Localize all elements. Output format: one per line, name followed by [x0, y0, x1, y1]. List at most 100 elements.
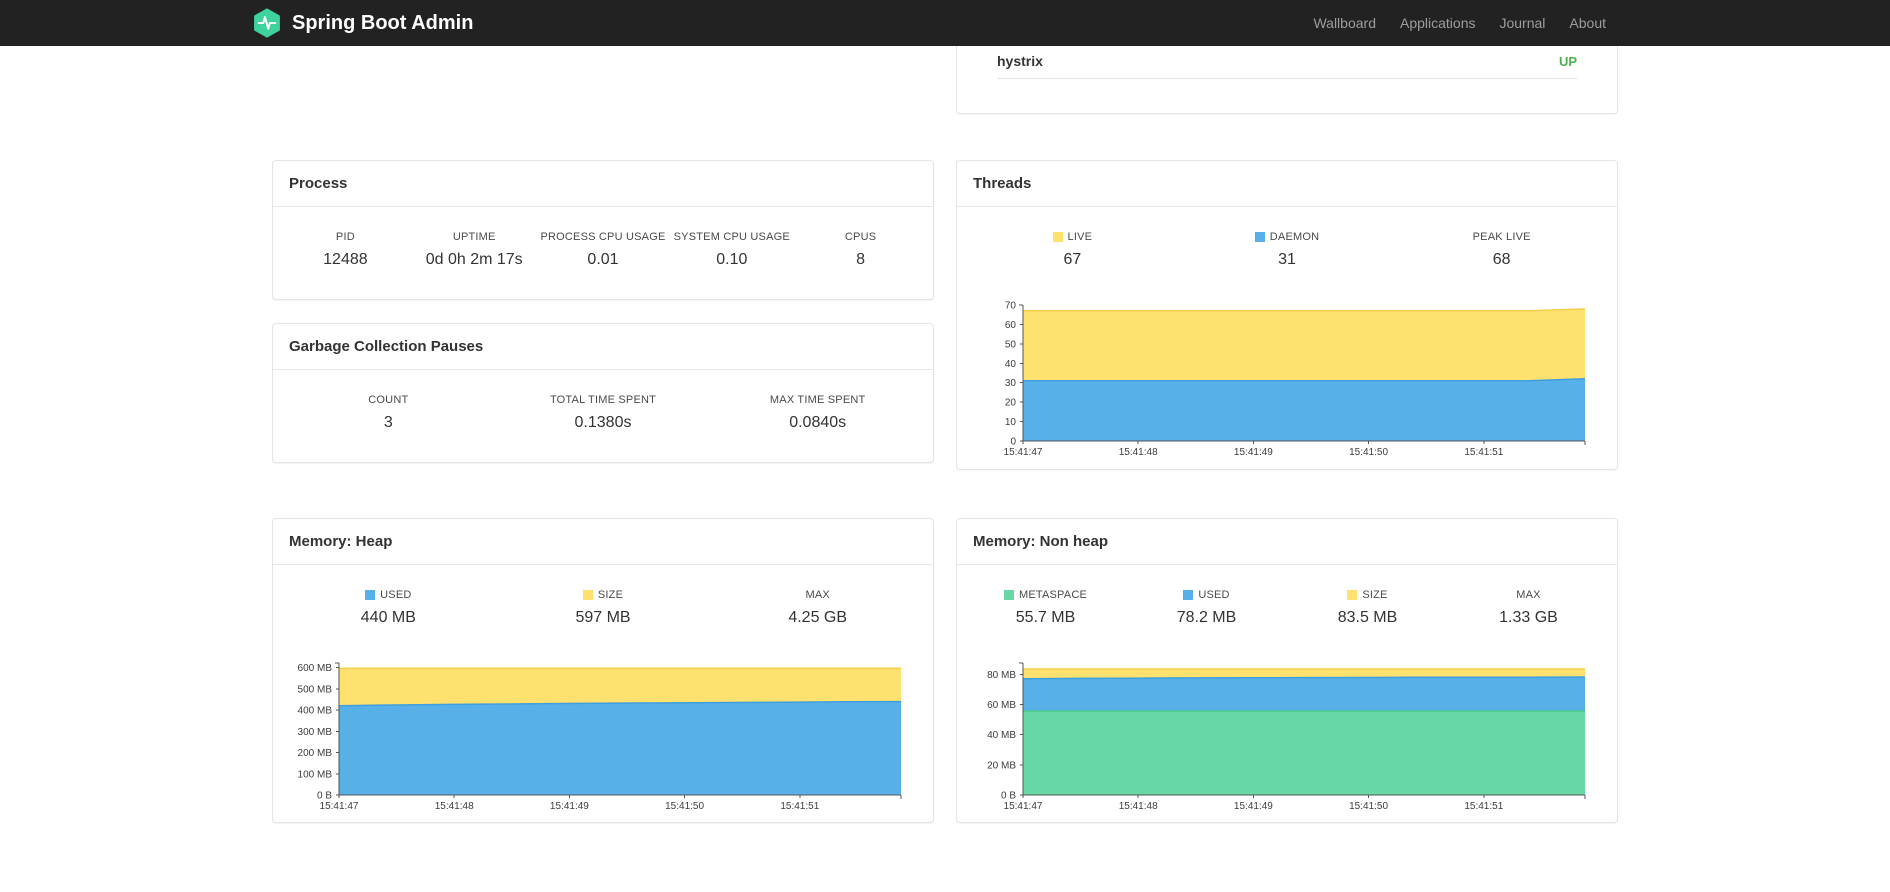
metric-value: 8 — [856, 251, 866, 268]
svg-text:15:41:48: 15:41:48 — [1119, 801, 1158, 812]
metric-label: SYSTEM CPU USAGE — [673, 231, 790, 243]
top-left-spacer — [272, 46, 934, 114]
brand[interactable]: Spring Boot Admin — [252, 8, 473, 38]
metric-max: MAX 1.33 GB — [1448, 589, 1609, 627]
memory-nonheap-legend: METASPACE 55.7 MB USED 78.2 MB SIZE 83.5… — [957, 565, 1617, 657]
row-bottom: Memory: Heap USED 440 MB SIZE 597 MB MAX… — [272, 518, 1618, 823]
legend-metaspace: METASPACE 55.7 MB — [965, 589, 1126, 627]
metric-value: 0.0840s — [789, 414, 847, 431]
nav-item-journal[interactable]: Journal — [1487, 15, 1557, 31]
metric-label-text: DAEMON — [1269, 231, 1320, 243]
metric-system-cpu-usage: SYSTEM CPU USAGE 0.10 — [667, 231, 796, 269]
row-top: hystrix UP — [272, 46, 1618, 114]
metric-value: 0d 0h 2m 17s — [425, 251, 523, 268]
metric-peak-live: PEAK LIVE 68 — [1394, 231, 1609, 269]
nav-item-applications[interactable]: Applications — [1388, 15, 1488, 31]
legend-live: LIVE 67 — [965, 231, 1180, 269]
nav-item-about[interactable]: About — [1557, 15, 1618, 31]
metric-value: 597 MB — [575, 609, 631, 626]
metric-label: METASPACE — [965, 589, 1126, 601]
threads-chart: 0 10 20 30 40 50 60 70 15:41:47 15:41:48 15:41:49 1… — [969, 299, 1591, 459]
applications-panel: hystrix UP — [956, 46, 1618, 114]
threads-panel-title: Threads — [957, 161, 1617, 207]
metric-value: 12488 — [323, 251, 368, 268]
metric-label: PROCESS CPU USAGE — [540, 231, 666, 243]
memory-heap-chart: 0 B 100 MB 200 MB 300 MB 400 MB 500 MB 600 MB 1… — [285, 657, 907, 813]
gc-metrics: COUNT 3 TOTAL TIME SPENT 0.1380s MAX TIM… — [273, 370, 933, 462]
legend-size: SIZE 597 MB — [496, 589, 711, 627]
process-metrics: PID 12488 UPTIME 0d 0h 2m 17s PROCESS CP… — [273, 207, 933, 299]
svg-text:60: 60 — [1005, 320, 1017, 331]
memory-heap-legend: USED 440 MB SIZE 597 MB MAX 4.25 GB — [273, 565, 933, 657]
threads-legend: LIVE 67 DAEMON 31 PEAK LIVE 68 — [957, 207, 1617, 299]
memory-nonheap-panel: Memory: Non heap METASPACE 55.7 MB USED — [956, 518, 1618, 823]
metric-label: USED — [1126, 589, 1287, 601]
navbar-inner: Spring Boot Admin Wallboard Applications… — [254, 0, 1618, 46]
metric-value: 67 — [1063, 251, 1082, 268]
legend-used: USED 78.2 MB — [1126, 589, 1287, 627]
svg-text:100 MB: 100 MB — [298, 769, 333, 780]
metric-label-text: SIZE — [597, 589, 624, 601]
metric-label: PEAK LIVE — [1472, 231, 1531, 243]
svg-text:15:41:48: 15:41:48 — [1119, 447, 1158, 458]
process-panel-title: Process — [273, 161, 933, 207]
svg-text:600 MB: 600 MB — [298, 663, 333, 674]
svg-text:200 MB: 200 MB — [298, 748, 333, 759]
brand-title: Spring Boot Admin — [292, 11, 474, 34]
svg-text:30: 30 — [1005, 378, 1017, 389]
svg-text:70: 70 — [1005, 301, 1017, 312]
metric-max-time-spent: MAX TIME SPENT 0.0840s — [710, 394, 925, 432]
metric-value: 0.01 — [587, 251, 619, 268]
legend-used: USED 440 MB — [281, 589, 496, 627]
bottom-left-column: Memory: Heap USED 440 MB SIZE 597 MB MAX… — [272, 518, 934, 823]
svg-text:15:41:49: 15:41:49 — [1234, 447, 1273, 458]
memory-nonheap-panel-title: Memory: Non heap — [957, 519, 1617, 565]
bottom-right-column: Memory: Non heap METASPACE 55.7 MB USED — [956, 518, 1618, 823]
threads-panel: Threads LIVE 67 DAEMON 31 PEAK LIVE 68 0… — [956, 160, 1618, 470]
svg-text:15:41:51: 15:41:51 — [780, 801, 819, 812]
svg-text:15:41:49: 15:41:49 — [550, 801, 589, 812]
metric-label: SIZE — [496, 589, 711, 601]
metaspace-legend-swatch — [1003, 590, 1014, 600]
svg-text:500 MB: 500 MB — [298, 684, 333, 695]
nav-item-wallboard[interactable]: Wallboard — [1301, 15, 1388, 31]
metric-max: MAX 4.25 GB — [710, 589, 925, 627]
memory-heap-panel: Memory: Heap USED 440 MB SIZE 597 MB MAX… — [272, 518, 934, 823]
metric-value: 3 — [383, 414, 393, 431]
used-legend-swatch — [1183, 590, 1194, 600]
svg-text:300 MB: 300 MB — [298, 727, 333, 738]
legend-daemon: DAEMON 31 — [1180, 231, 1395, 269]
svg-text:15:41:47: 15:41:47 — [1004, 447, 1043, 458]
metric-label: SIZE — [1287, 589, 1448, 601]
metric-value: 31 — [1278, 251, 1296, 268]
svg-text:80 MB: 80 MB — [987, 670, 1016, 681]
metric-label-text: USED — [1198, 589, 1230, 601]
metric-label-text: LIVE — [1067, 231, 1093, 243]
row-middle: Process PID 12488 UPTIME 0d 0h 2m 17s PR… — [272, 160, 1618, 470]
svg-text:0 B: 0 B — [1001, 791, 1016, 802]
metric-label: MAX — [805, 589, 830, 601]
svg-text:40: 40 — [1005, 359, 1017, 370]
content: hystrix UP Process PID 12488 UPTIME 0d 0… — [272, 46, 1618, 823]
metric-value: 1.33 GB — [1499, 609, 1558, 626]
metric-label: MAX TIME SPENT — [769, 394, 866, 406]
application-row-hystrix[interactable]: hystrix UP — [997, 46, 1577, 79]
gc-panel: Garbage Collection Pauses COUNT 3 TOTAL … — [272, 323, 934, 463]
svg-text:0 B: 0 B — [317, 791, 332, 802]
metric-process-cpu-usage: PROCESS CPU USAGE 0.01 — [539, 231, 668, 269]
legend-size: SIZE 83.5 MB — [1287, 589, 1448, 627]
metric-value: 68 — [1492, 251, 1511, 268]
metric-value: 55.7 MB — [1015, 609, 1076, 626]
nav-links: Wallboard Applications Journal About — [1301, 0, 1618, 46]
svg-text:40 MB: 40 MB — [987, 730, 1016, 741]
svg-text:60 MB: 60 MB — [987, 700, 1016, 711]
top-right-column: hystrix UP — [956, 46, 1618, 114]
svg-text:15:41:50: 15:41:50 — [1349, 801, 1388, 812]
metric-value: 4.25 GB — [788, 609, 848, 626]
svg-text:20: 20 — [1005, 398, 1017, 409]
svg-text:15:41:47: 15:41:47 — [320, 801, 359, 812]
middle-left-column: Process PID 12488 UPTIME 0d 0h 2m 17s PR… — [272, 160, 934, 470]
svg-text:0: 0 — [1010, 437, 1016, 448]
svg-text:50: 50 — [1005, 339, 1017, 350]
metric-label: PID — [335, 231, 355, 243]
